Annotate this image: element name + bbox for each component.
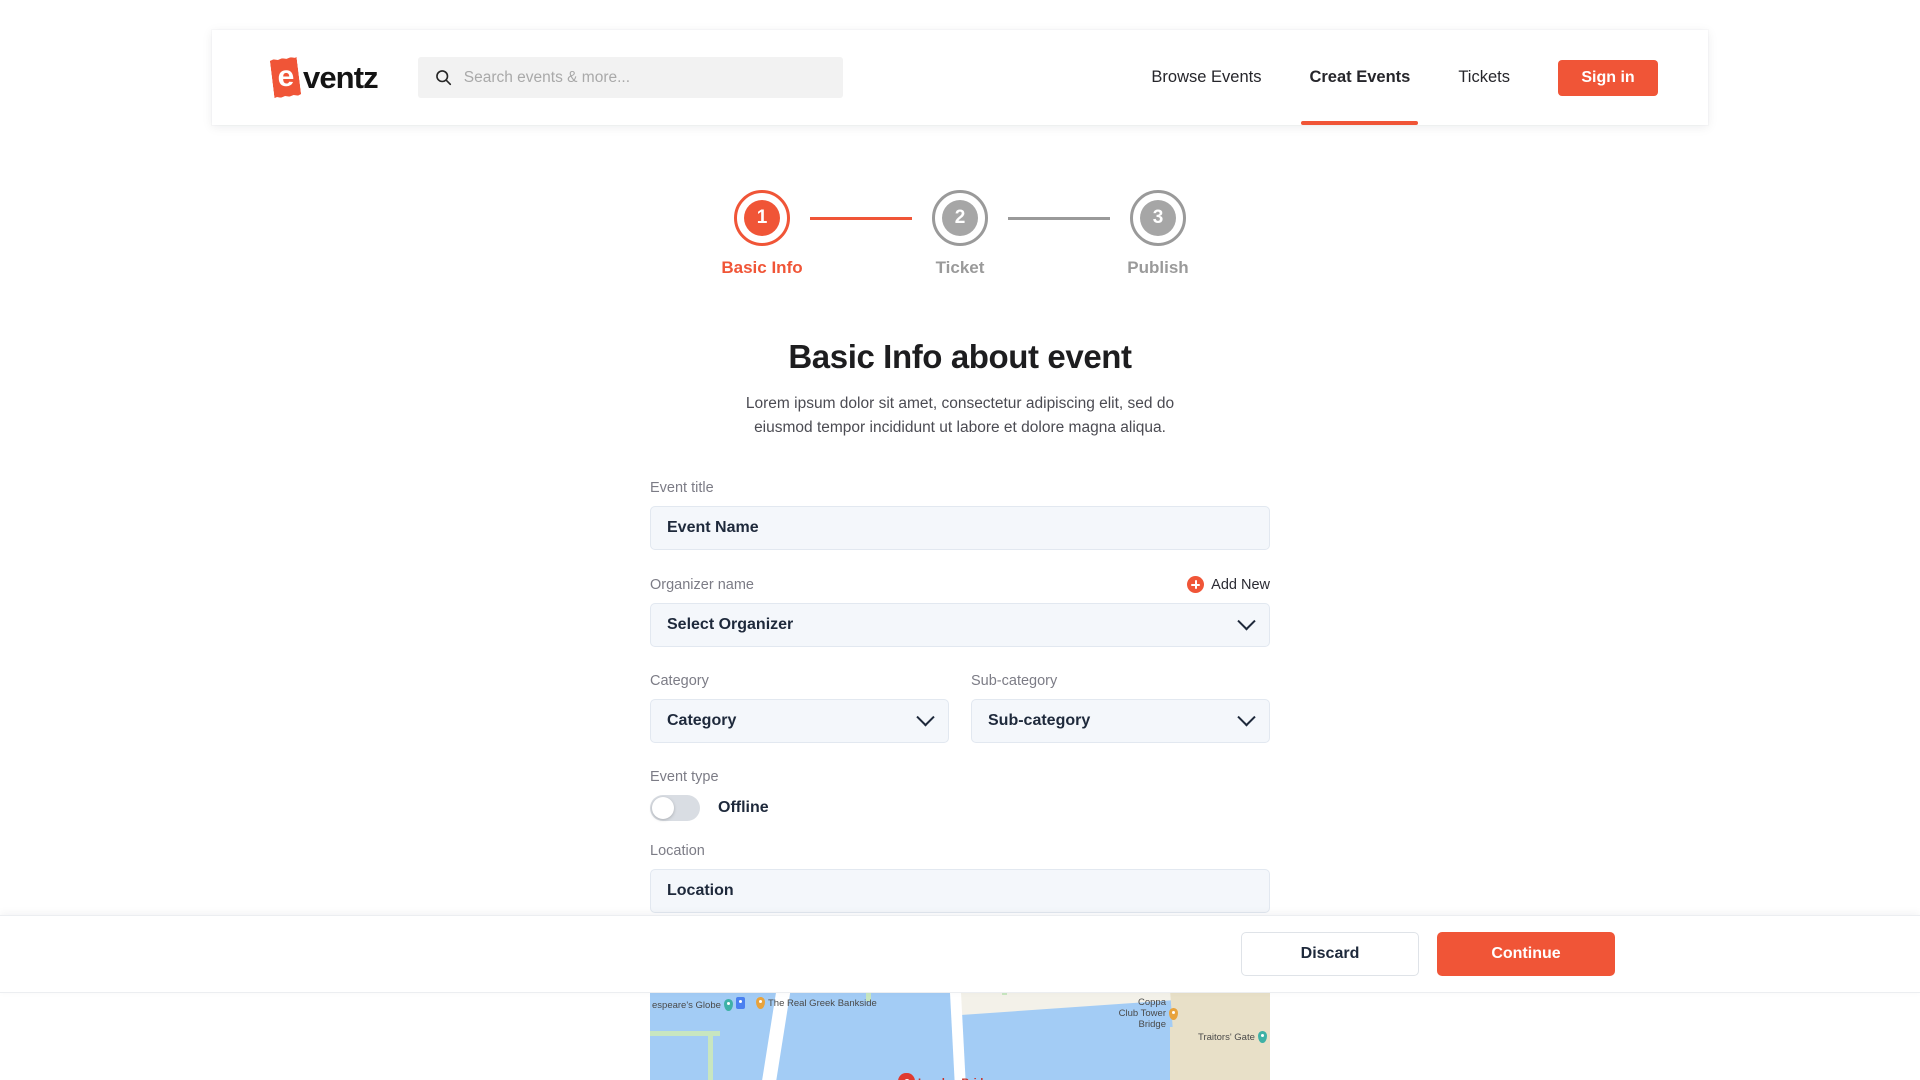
map-pin-icon xyxy=(736,997,745,1010)
search-box[interactable] xyxy=(417,57,843,98)
field-category: Category Category xyxy=(650,673,949,744)
category-row: Category Category Sub-category Sub-categ… xyxy=(650,673,1270,744)
step-ring: 1 xyxy=(734,190,790,246)
subcategory-selected-value: Sub-category xyxy=(988,712,1091,730)
search-icon xyxy=(435,69,452,86)
organizer-label: Organizer name xyxy=(650,576,754,593)
map-poi: The Real Greek Bankside xyxy=(756,997,877,1010)
event-type-label: Event type xyxy=(650,769,719,786)
step-ring: 2 xyxy=(932,190,988,246)
field-subcategory: Sub-category Sub-category xyxy=(971,673,1270,744)
main-nav: Browse Events Creat Events Tickets Sign … xyxy=(1151,30,1708,125)
field-event-title: Event title xyxy=(650,480,1270,551)
sign-in-button[interactable]: Sign in xyxy=(1558,59,1658,96)
chevron-down-icon xyxy=(916,707,935,726)
location-pin-icon xyxy=(898,1073,915,1080)
nav-label: Creat Events xyxy=(1309,68,1411,86)
map-poi: espeare's Globe xyxy=(652,999,733,1012)
map-poi: Traitors' Gate xyxy=(1198,1031,1267,1044)
step-ring: 3 xyxy=(1130,190,1186,246)
event-type-toggle-row: Offline xyxy=(650,795,1270,822)
ticket-logo-icon: e xyxy=(270,57,302,98)
step-basic-info[interactable]: 1 Basic Info xyxy=(714,190,810,278)
map-primary-marker[interactable]: London Bridge 1970s bridge spanning the … xyxy=(898,1073,1070,1080)
page-subtitle: Lorem ipsum dolor sit amet, consectetur … xyxy=(745,395,1175,437)
map-green-space xyxy=(708,1036,713,1080)
nav-item-tickets[interactable]: Tickets xyxy=(1458,30,1510,125)
field-organizer: Organizer name Add New Select Organizer xyxy=(650,576,1270,648)
step-label: Basic Info xyxy=(721,258,803,277)
map-pin-icon xyxy=(1169,1007,1178,1020)
nav-label: Browse Events xyxy=(1151,68,1262,86)
organizer-select[interactable]: Select Organizer xyxy=(650,603,1270,648)
subcategory-select[interactable]: Sub-category xyxy=(971,699,1270,744)
progress-stepper: 1 Basic Info 2 Ticket 3 Publish xyxy=(0,190,1920,278)
app-root: e ventz Browse Events Creat Events Ticke… xyxy=(0,0,1920,1080)
event-type-toggle[interactable] xyxy=(650,795,700,822)
map-poi-label: espeare's Globe xyxy=(652,999,721,1011)
continue-button[interactable]: Continue xyxy=(1437,932,1615,976)
chevron-down-icon xyxy=(1237,707,1256,726)
step-number: 3 xyxy=(1140,200,1176,236)
subcategory-label: Sub-category xyxy=(971,673,1058,690)
step-label: Ticket xyxy=(935,258,985,277)
field-event-type: Event type Offline xyxy=(650,769,1270,822)
category-selected-value: Category xyxy=(667,712,737,730)
add-new-organizer-button[interactable]: Add New xyxy=(1187,576,1270,594)
step-number: 2 xyxy=(942,200,978,236)
logo-wordmark: ventz xyxy=(303,60,379,95)
map-poi-label: The Real Greek Bankside xyxy=(768,997,877,1009)
step-connector-2 xyxy=(1008,217,1110,220)
page-title: Basic Info about event xyxy=(788,338,1132,375)
event-type-toggle-label: Offline xyxy=(718,799,769,817)
category-label: Category xyxy=(650,673,709,690)
add-new-label: Add New xyxy=(1211,576,1270,593)
organizer-selected-value: Select Organizer xyxy=(667,616,794,634)
toggle-knob xyxy=(652,797,674,820)
chevron-down-icon xyxy=(1237,611,1256,630)
nav-item-creat-events[interactable]: Creat Events xyxy=(1301,30,1419,125)
map-poi xyxy=(736,997,745,1010)
map-poi-label: Coppa Club Tower Bridge xyxy=(1118,997,1166,1031)
category-select[interactable]: Category xyxy=(650,699,949,744)
discard-button[interactable]: Discard xyxy=(1241,932,1419,976)
event-title-label: Event title xyxy=(650,480,714,497)
location-input[interactable] xyxy=(650,869,1270,914)
brand-logo[interactable]: e ventz xyxy=(270,55,379,101)
step-publish[interactable]: 3 Publish xyxy=(1110,190,1206,278)
step-number: 1 xyxy=(744,200,780,236)
plus-circle-icon xyxy=(1187,576,1205,594)
organizer-label-row: Organizer name Add New xyxy=(650,576,1270,594)
field-location: Location xyxy=(650,843,1270,914)
map-poi: Coppa Club Tower Bridge xyxy=(1116,997,1178,1030)
nav-label: Tickets xyxy=(1458,68,1510,86)
map-poi-label: Traitors' Gate xyxy=(1198,1031,1255,1043)
map-pin-icon xyxy=(1257,1031,1267,1044)
map-pin-icon xyxy=(756,997,765,1010)
step-connector-1 xyxy=(810,217,912,220)
form-action-bar: Discard Continue xyxy=(0,915,1920,993)
search-input[interactable] xyxy=(463,68,829,87)
logo-glyph: e xyxy=(277,59,295,93)
event-title-input[interactable] xyxy=(650,506,1270,551)
map-pin-icon xyxy=(723,999,733,1012)
step-label: Publish xyxy=(1127,258,1189,277)
step-ticket[interactable]: 2 Ticket xyxy=(912,190,1008,278)
nav-item-browse-events[interactable]: Browse Events xyxy=(1151,30,1261,125)
location-label: Location xyxy=(650,843,705,860)
site-header: e ventz Browse Events Creat Events Ticke… xyxy=(212,30,1708,125)
